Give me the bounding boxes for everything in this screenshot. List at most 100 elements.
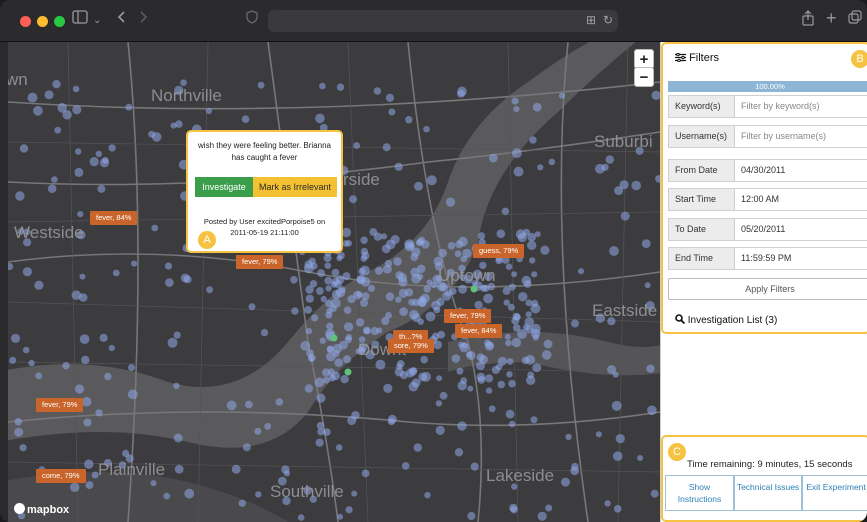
tweet-dot[interactable]: [347, 416, 357, 426]
tweet-dot[interactable]: [311, 314, 319, 322]
tweet-dot[interactable]: [515, 229, 526, 240]
tweet-dot[interactable]: [537, 164, 544, 171]
tweet-dot[interactable]: [361, 469, 370, 478]
zoom-out-button[interactable]: −: [634, 67, 654, 87]
tweet-dot[interactable]: [456, 367, 464, 375]
tweet-dot[interactable]: [513, 106, 520, 113]
tweet-dot[interactable]: [28, 359, 35, 367]
close-window-button[interactable]: [20, 16, 31, 27]
tweet-dot[interactable]: [484, 341, 495, 351]
tweet-tag[interactable]: fever, 84%: [455, 324, 503, 338]
tweet-dot[interactable]: [548, 158, 556, 166]
tweet-dot[interactable]: [381, 244, 391, 254]
tweet-dot[interactable]: [619, 180, 629, 190]
tweet-dot[interactable]: [470, 462, 479, 471]
tweet-dot[interactable]: [454, 448, 464, 457]
tweet-dot[interactable]: [527, 232, 536, 242]
tweet-dot[interactable]: [531, 271, 538, 278]
tweet-dot[interactable]: [304, 384, 314, 393]
sidebar-icon[interactable]: [72, 10, 88, 30]
tweet-dot[interactable]: [426, 279, 433, 286]
tweet-dot[interactable]: [361, 292, 370, 301]
tweet-dot[interactable]: [505, 339, 512, 347]
tweet-dot[interactable]: [611, 400, 622, 411]
tweet-dot[interactable]: [238, 499, 246, 507]
end-time-input[interactable]: 11:59:59 PM: [741, 248, 791, 269]
tweet-dot[interactable]: [75, 148, 82, 155]
tweet-dot[interactable]: [413, 443, 422, 452]
tweet-dot[interactable]: [360, 298, 369, 307]
tweet-dot[interactable]: [423, 125, 430, 133]
tweet-dot[interactable]: [501, 207, 510, 215]
tweet-dot[interactable]: [290, 276, 298, 284]
tweet-dot[interactable]: [545, 504, 553, 512]
tweet-dot[interactable]: [435, 425, 445, 435]
tweet-dot[interactable]: [415, 239, 423, 246]
tweet-dot[interactable]: [326, 345, 335, 353]
tweet-dot[interactable]: [150, 480, 157, 487]
tweet-dot[interactable]: [502, 286, 511, 295]
tweet-dot[interactable]: [97, 184, 106, 193]
tweet-dot[interactable]: [607, 365, 617, 375]
tweet-dot[interactable]: [328, 374, 336, 382]
tweet-dot[interactable]: [205, 107, 212, 115]
tweet-dot[interactable]: [439, 391, 448, 400]
tweet-dot[interactable]: [245, 400, 253, 409]
tweet-dot[interactable]: [511, 97, 519, 105]
tweet-dot[interactable]: [83, 418, 92, 427]
tweet-dot[interactable]: [420, 355, 429, 364]
tweet-dot[interactable]: [631, 180, 641, 191]
tweet-tag[interactable]: come, 79%: [36, 469, 86, 483]
tweet-dot[interactable]: [355, 318, 365, 327]
tweet-dot[interactable]: [524, 317, 535, 328]
tweet-tag[interactable]: guess, 79%: [473, 244, 525, 258]
tweet-dot[interactable]: [248, 303, 256, 311]
start-time-input[interactable]: 12:00 AM: [741, 189, 779, 210]
minimize-window-button[interactable]: [37, 16, 48, 27]
tweet-dot[interactable]: [637, 455, 644, 461]
mark-irrelevant-button[interactable]: Mark as Irrelevant: [253, 177, 337, 197]
tweet-dot[interactable]: [411, 378, 421, 388]
tweet-dot[interactable]: [532, 102, 542, 112]
tweet-dot[interactable]: [510, 506, 518, 514]
tweet-dot[interactable]: [525, 311, 532, 318]
tweet-dot[interactable]: [646, 364, 655, 373]
tweet-dot[interactable]: [390, 235, 400, 244]
tweet-dot[interactable]: [254, 427, 262, 435]
tweet-dot[interactable]: [108, 144, 116, 152]
reload-icon[interactable]: ↻: [603, 13, 613, 27]
tweet-dot[interactable]: [128, 364, 135, 371]
tweet-dot[interactable]: [405, 116, 413, 124]
translate-icon[interactable]: ⊞: [586, 13, 596, 27]
tweet-dot[interactable]: [165, 278, 174, 287]
tweet-dot[interactable]: [127, 389, 138, 400]
tweet-dot[interactable]: [151, 132, 162, 142]
keyword-filter[interactable]: Keyword(s) Filter by keyword(s): [668, 95, 867, 118]
tweet-dot[interactable]: [104, 372, 112, 381]
tweet-dot[interactable]: [424, 492, 431, 499]
tweet-dot[interactable]: [387, 418, 395, 426]
tweet-dot[interactable]: [620, 211, 630, 221]
tweet-dot[interactable]: [467, 511, 476, 521]
tweet-dot[interactable]: [571, 319, 579, 328]
tweet-dot[interactable]: [385, 93, 395, 102]
tweet-dot[interactable]: [375, 266, 383, 275]
tweet-dot[interactable]: [530, 303, 541, 314]
tweet-dot[interactable]: [331, 268, 340, 277]
tweet-dot[interactable]: [336, 83, 345, 91]
tweet-dot[interactable]: [326, 308, 333, 315]
tweet-dot[interactable]: [151, 224, 159, 232]
tweet-dot[interactable]: [74, 167, 84, 177]
tweet-dot[interactable]: [341, 227, 352, 238]
tweet-dot[interactable]: [485, 374, 494, 383]
tweet-dot[interactable]: [397, 360, 405, 368]
tweet-dot[interactable]: [255, 491, 262, 498]
apply-filters-button[interactable]: Apply Filters: [668, 278, 867, 300]
tweet-dot[interactable]: [260, 328, 269, 337]
tweet-dot[interactable]: [283, 470, 291, 477]
tweet-dot[interactable]: [395, 296, 402, 303]
tweet-dot[interactable]: [77, 211, 84, 218]
tweet-dot[interactable]: [457, 421, 467, 431]
tweet-dot[interactable]: [508, 379, 516, 388]
tweet-dot[interactable]: [525, 354, 536, 365]
